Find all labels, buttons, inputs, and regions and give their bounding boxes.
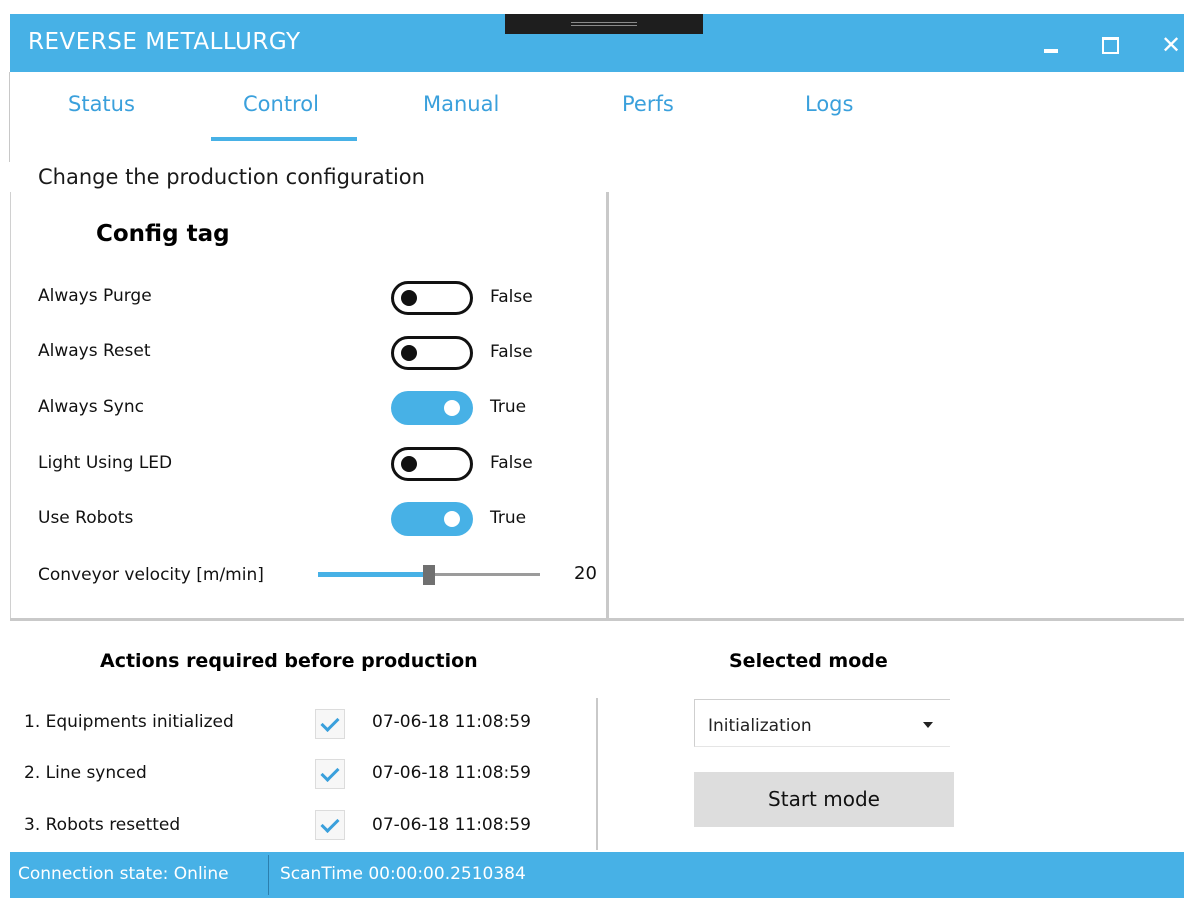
action-checkbox[interactable] [315, 759, 345, 789]
setting-label: Always Sync [38, 397, 144, 417]
toggle-knob [444, 400, 460, 416]
toggle-knob [401, 345, 417, 361]
toggle-value: True [490, 397, 527, 417]
panel-border [10, 192, 11, 618]
tab-selected-indicator [211, 137, 357, 141]
mode-dropdown-value: Initialization [708, 716, 812, 736]
slider-fill [318, 572, 429, 577]
window-edge [9, 72, 10, 162]
action-timestamp: 07-06-18 11:08:59 [372, 815, 531, 835]
action-checkbox[interactable] [315, 709, 345, 739]
close-icon[interactable]: ✕ [1158, 32, 1184, 58]
tab-control[interactable]: Control [243, 92, 319, 116]
toggle-knob [401, 456, 417, 472]
use-robots-toggle[interactable] [391, 502, 473, 536]
setting-label: Always Reset [38, 341, 151, 361]
page-subtitle: Change the production configuration [38, 165, 425, 189]
mode-dropdown[interactable]: Initialization [694, 699, 950, 747]
check-icon [320, 712, 340, 733]
toggle-value: False [490, 287, 533, 307]
conveyor-velocity-slider[interactable] [318, 565, 540, 585]
action-label: 2. Line synced [24, 763, 147, 783]
always-sync-toggle[interactable] [391, 391, 473, 425]
toggle-knob [401, 290, 417, 306]
toggle-value: False [490, 453, 533, 473]
check-icon [320, 762, 340, 783]
conveyor-velocity-value: 20 [574, 563, 597, 584]
toggle-value: True [490, 508, 527, 528]
window-title: REVERSE METALLURGY [28, 29, 301, 55]
tab-manual[interactable]: Manual [423, 92, 499, 116]
minimize-icon[interactable] [1040, 32, 1066, 58]
tab-logs[interactable]: Logs [805, 92, 853, 116]
tab-perfs[interactable]: Perfs [622, 92, 674, 116]
action-label: 3. Robots resetted [24, 815, 181, 835]
horizontal-divider [10, 618, 1184, 621]
slider-thumb[interactable] [423, 565, 435, 585]
conveyor-velocity-label: Conveyor velocity [m/min] [38, 565, 264, 585]
always-purge-toggle[interactable] [391, 281, 473, 315]
connection-state: Connection state: Online [18, 864, 229, 884]
drag-grip[interactable] [505, 14, 703, 34]
toggle-knob [444, 511, 460, 527]
action-label: 1. Equipments initialized [24, 712, 234, 732]
light-using-led-toggle[interactable] [391, 447, 473, 481]
maximize-icon[interactable] [1098, 32, 1124, 58]
action-timestamp: 07-06-18 11:08:59 [372, 712, 531, 732]
status-separator [268, 855, 269, 895]
config-section-title: Config tag [96, 221, 230, 247]
start-mode-button[interactable]: Start mode [694, 772, 954, 827]
toggle-value: False [490, 342, 533, 362]
always-reset-toggle[interactable] [391, 336, 473, 370]
setting-label: Always Purge [38, 286, 152, 306]
actions-section-title: Actions required before production [100, 650, 478, 672]
status-bar: Connection state: Online ScanTime 00:00:… [10, 852, 1184, 898]
scan-time: ScanTime 00:00:00.2510384 [280, 864, 526, 884]
mode-section-title: Selected mode [729, 650, 888, 672]
check-icon [320, 813, 340, 834]
setting-label: Light Using LED [38, 453, 173, 473]
action-checkbox[interactable] [315, 810, 345, 840]
chevron-down-icon [923, 722, 933, 728]
setting-label: Use Robots [38, 508, 134, 528]
action-timestamp: 07-06-18 11:08:59 [372, 763, 531, 783]
vertical-divider [596, 698, 598, 850]
vertical-divider [606, 192, 609, 618]
tab-status[interactable]: Status [68, 92, 135, 116]
